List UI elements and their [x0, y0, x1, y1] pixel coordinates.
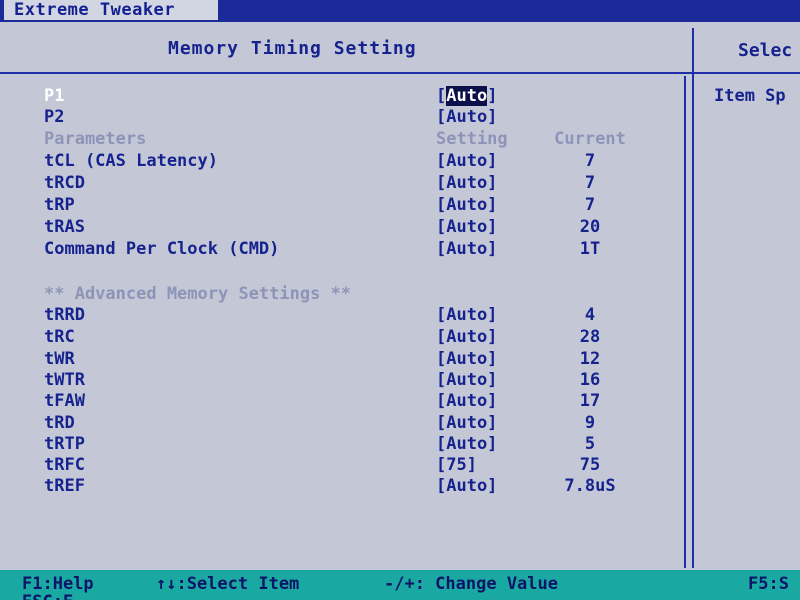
- setting-label: P1: [44, 86, 65, 106]
- current-value: 20: [579, 217, 601, 237]
- setting-value[interactable]: [Auto]: [436, 107, 497, 127]
- setting-value[interactable]: [Auto]: [436, 327, 497, 347]
- setting-label: tRRD: [44, 305, 85, 325]
- current-value: 75: [579, 455, 601, 475]
- setting-row-trrd[interactable]: tRRD [Auto] 4: [0, 305, 680, 327]
- column-header-parameters: Parameters: [44, 129, 147, 149]
- footer-select-key: ↑↓:Select Item: [156, 574, 300, 594]
- setting-value[interactable]: [Auto]: [436, 195, 497, 215]
- setting-row-trcd[interactable]: tRCD [Auto] 7: [0, 173, 680, 195]
- setting-label: tRTP: [44, 434, 85, 454]
- setting-label: tRCD: [44, 173, 85, 193]
- setting-label: tRC: [44, 327, 75, 347]
- setting-row-twtr[interactable]: tWTR [Auto] 16: [0, 370, 680, 392]
- setting-row-trc[interactable]: tRC [Auto] 28: [0, 327, 680, 349]
- selected-value-highlight[interactable]: Auto: [446, 86, 488, 106]
- current-value: 7: [584, 195, 596, 215]
- current-value: 16: [579, 370, 601, 390]
- setting-row-p2[interactable]: P2 [Auto]: [0, 107, 680, 129]
- bios-screen: Extreme Tweaker Memory Timing Setting Se…: [0, 0, 800, 600]
- menu-tab-bar: Extreme Tweaker: [0, 0, 800, 22]
- setting-label: tWR: [44, 349, 75, 369]
- setting-value[interactable]: [Auto]: [436, 239, 497, 259]
- setting-label: tREF: [44, 476, 85, 496]
- setting-value[interactable]: [Auto]: [436, 173, 497, 193]
- setting-value[interactable]: [Auto]: [436, 434, 497, 454]
- setting-row-twr[interactable]: tWR [Auto] 12: [0, 349, 680, 371]
- divider: [0, 72, 800, 74]
- setting-row-tref[interactable]: tREF [Auto] 7.8uS: [0, 476, 680, 498]
- footer-f5-key: F5:S: [748, 574, 789, 594]
- setting-label: tCL (CAS Latency): [44, 151, 218, 171]
- current-value: 7: [584, 173, 596, 193]
- section-label: ** Advanced Memory Settings **: [44, 284, 352, 304]
- setting-label: tRAS: [44, 217, 85, 237]
- setting-value[interactable]: [Auto]: [436, 151, 497, 171]
- setting-row-tras[interactable]: tRAS [Auto] 20: [0, 217, 680, 239]
- column-header-setting: Setting: [436, 129, 508, 149]
- setting-row-trp[interactable]: tRP [Auto] 7: [0, 195, 680, 217]
- setting-value[interactable]: [Auto]: [436, 349, 497, 369]
- setting-value[interactable]: [Auto]: [436, 86, 497, 106]
- setting-value[interactable]: [Auto]: [436, 391, 497, 411]
- setting-label: tFAW: [44, 391, 85, 411]
- tab-extreme-tweaker[interactable]: Extreme Tweaker: [4, 0, 218, 20]
- setting-label: Command Per Clock (CMD): [44, 239, 280, 259]
- setting-row-trtp[interactable]: tRTP [Auto] 5: [0, 434, 680, 456]
- panel-title: Memory Timing Setting: [168, 38, 417, 59]
- setting-row-trfc[interactable]: tRFC [75] 75: [0, 455, 680, 477]
- setting-label: tRFC: [44, 455, 85, 475]
- setting-label: tWTR: [44, 370, 85, 390]
- column-header-current: Current: [554, 129, 626, 149]
- current-value: 7.8uS: [564, 476, 616, 496]
- column-header-row: Parameters Setting Current: [0, 129, 680, 151]
- current-value: 9: [584, 413, 596, 433]
- setting-row-tfaw[interactable]: tFAW [Auto] 17: [0, 391, 680, 413]
- setting-label: tRP: [44, 195, 75, 215]
- current-value: 5: [584, 434, 596, 454]
- section-header-advanced: ** Advanced Memory Settings **: [0, 284, 680, 306]
- current-value: 28: [579, 327, 601, 347]
- setting-value[interactable]: [Auto]: [436, 305, 497, 325]
- current-value: 12: [579, 349, 601, 369]
- setting-label: P2: [44, 107, 65, 127]
- setting-row-p1[interactable]: P1 [Auto]: [0, 86, 680, 108]
- footer-esc-key: ESC:E: [22, 592, 73, 600]
- footer-help-key: F1:Help: [22, 574, 94, 594]
- current-value: 4: [584, 305, 596, 325]
- setting-value[interactable]: [Auto]: [436, 476, 497, 496]
- setting-label: tRD: [44, 413, 75, 433]
- current-value: 1T: [579, 239, 601, 259]
- help-panel-title: Selec: [738, 40, 793, 61]
- current-value: 17: [579, 391, 601, 411]
- help-panel-text: Item Sp: [714, 86, 786, 106]
- setting-value[interactable]: [75]: [436, 455, 477, 475]
- current-value: 7: [584, 151, 596, 171]
- setting-row-tcl[interactable]: tCL (CAS Latency) [Auto] 7: [0, 151, 680, 173]
- footer-help-bar: F1:Help ↑↓:Select Item -/+: Change Value…: [0, 570, 800, 600]
- setting-value[interactable]: [Auto]: [436, 413, 497, 433]
- divider: [692, 28, 694, 568]
- setting-value[interactable]: [Auto]: [436, 370, 497, 390]
- setting-row-trd[interactable]: tRD [Auto] 9: [0, 413, 680, 435]
- footer-change-key: -/+: Change Value: [384, 574, 558, 594]
- setting-row-cmd[interactable]: Command Per Clock (CMD) [Auto] 1T: [0, 239, 680, 261]
- divider: [684, 76, 686, 568]
- setting-value[interactable]: [Auto]: [436, 217, 497, 237]
